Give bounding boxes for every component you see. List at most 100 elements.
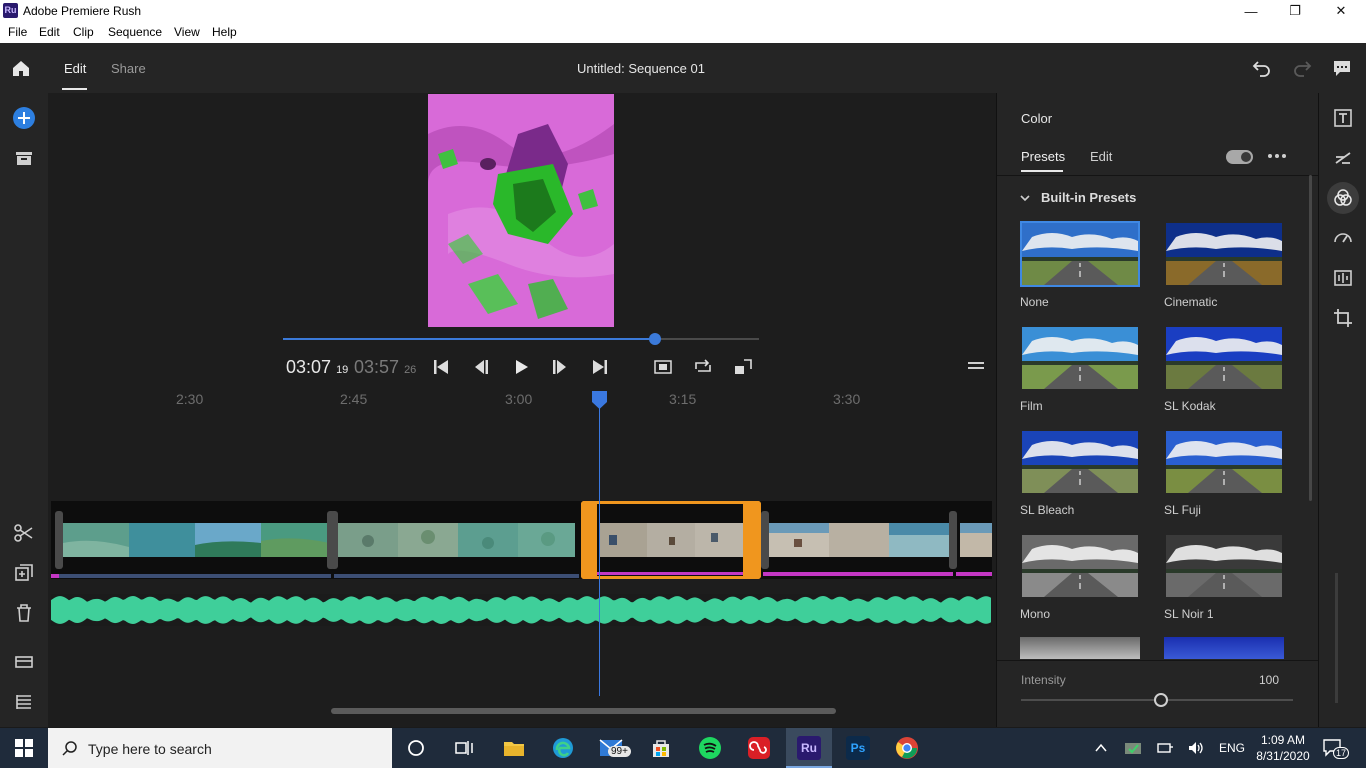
task-view-icon[interactable]: [452, 736, 476, 760]
notification-center[interactable]: 17: [1322, 738, 1350, 761]
preset-item[interactable]: None: [1020, 221, 1140, 309]
preset-thumbnail[interactable]: [1020, 533, 1140, 599]
preset-thumbnail-partial[interactable]: [1020, 637, 1140, 659]
project-assets-icon[interactable]: [12, 146, 36, 170]
close-button[interactable]: ✕: [1318, 0, 1364, 22]
audio-track-waveform[interactable]: [51, 594, 992, 626]
premiere-rush-taskbar-button[interactable]: Ru: [786, 728, 832, 768]
minimize-button[interactable]: —: [1228, 0, 1274, 22]
menu-edit[interactable]: Edit: [39, 25, 60, 39]
preset-item[interactable]: SL Noir 1: [1164, 533, 1284, 621]
step-back-icon[interactable]: [471, 357, 491, 377]
toolbar-scrollbar[interactable]: [1335, 573, 1338, 703]
more-options-icon[interactable]: [1267, 148, 1287, 164]
menu-file[interactable]: File: [8, 25, 27, 39]
file-explorer-icon[interactable]: [502, 736, 526, 760]
menu-sequence[interactable]: Sequence: [108, 25, 162, 39]
preset-item[interactable]: SL Fuji: [1164, 429, 1284, 517]
preset-item[interactable]: Film: [1020, 325, 1140, 413]
windows-taskbar: Type here to search 99+ Ru Ps ENG 1:09 A…: [0, 728, 1366, 768]
redo-icon[interactable]: [1292, 58, 1312, 78]
preset-thumbnail[interactable]: [1164, 533, 1284, 599]
clip-trim-handle-left[interactable]: [581, 501, 597, 579]
video-clip[interactable]: [761, 501, 957, 579]
duplicate-icon[interactable]: [12, 561, 36, 585]
photoshop-icon[interactable]: Ps: [846, 736, 870, 760]
preset-thumbnail[interactable]: [1020, 221, 1140, 287]
panel-scrollbar[interactable]: [1309, 175, 1312, 501]
step-forward-icon[interactable]: [550, 357, 570, 377]
maximize-button[interactable]: ❐: [1272, 0, 1318, 22]
microsoft-store-icon[interactable]: [649, 736, 673, 760]
video-clip[interactable]: [330, 501, 579, 579]
go-to-end-icon[interactable]: [590, 357, 610, 377]
intensity-slider-handle[interactable]: [1154, 693, 1168, 707]
clip-trim-handle-left[interactable]: [761, 511, 769, 569]
show-hidden-icons-icon[interactable]: [1094, 742, 1108, 754]
preset-thumbnail[interactable]: [1164, 221, 1284, 287]
crop-transform-icon[interactable]: [1332, 307, 1354, 329]
track-controls-icon[interactable]: [12, 650, 36, 674]
preset-thumbnail[interactable]: [1164, 429, 1284, 495]
edge-browser-icon[interactable]: [551, 736, 575, 760]
preset-thumbnail-partial[interactable]: [1164, 637, 1284, 659]
preset-item[interactable]: Mono: [1020, 533, 1140, 621]
section-built-in-presets[interactable]: Built-in Presets: [1041, 190, 1136, 205]
delete-trash-icon[interactable]: [12, 601, 36, 625]
selected-video-clip[interactable]: [581, 501, 761, 579]
clip-trim-handle-left[interactable]: [330, 511, 338, 569]
play-icon[interactable]: [511, 357, 531, 377]
current-timecode: 03:07 19: [286, 357, 349, 377]
add-media-icon[interactable]: [12, 106, 36, 130]
track-list-icon[interactable]: [12, 690, 36, 714]
cortana-icon[interactable]: [404, 736, 428, 760]
split-scissors-icon[interactable]: [12, 521, 36, 545]
video-clip[interactable]: [51, 501, 335, 579]
preset-item[interactable]: Cinematic: [1164, 221, 1284, 309]
menu-help[interactable]: Help: [212, 25, 237, 39]
network-icon[interactable]: [1156, 740, 1174, 756]
chevron-down-icon[interactable]: [1019, 192, 1031, 204]
creative-cloud-icon[interactable]: [747, 736, 771, 760]
undo-icon[interactable]: [1252, 58, 1272, 78]
preset-thumbnail[interactable]: [1020, 429, 1140, 495]
video-preview[interactable]: [428, 94, 614, 327]
menu-view[interactable]: View: [174, 25, 200, 39]
go-to-start-icon[interactable]: [431, 357, 451, 377]
preset-item[interactable]: SL Kodak: [1164, 325, 1284, 413]
taskbar-search[interactable]: Type here to search: [48, 728, 392, 768]
security-status-icon[interactable]: [1124, 740, 1142, 756]
system-clock[interactable]: 1:09 AM 8/31/2020: [1256, 732, 1310, 764]
preset-thumbnail[interactable]: [1020, 325, 1140, 391]
language-indicator[interactable]: ENG: [1219, 741, 1245, 755]
menu-clip[interactable]: Clip: [73, 25, 94, 39]
speed-icon[interactable]: [1332, 227, 1354, 249]
tab-color-edit[interactable]: Edit: [1090, 149, 1112, 164]
feedback-icon[interactable]: [1332, 58, 1352, 78]
video-clip[interactable]: [956, 501, 992, 579]
fit-frame-icon[interactable]: [653, 357, 673, 377]
clip-trim-handle-left[interactable]: [55, 511, 63, 569]
playback-options-icon[interactable]: [968, 360, 984, 372]
color-enable-toggle[interactable]: [1226, 150, 1253, 164]
chrome-icon[interactable]: [895, 736, 919, 760]
start-button[interactable]: [0, 728, 48, 768]
preset-thumbnail[interactable]: [1164, 325, 1284, 391]
color-tool-button[interactable]: [1327, 182, 1359, 214]
preview-frame-image: [428, 94, 614, 327]
audio-icon[interactable]: [1332, 267, 1354, 289]
mail-app[interactable]: 99+: [598, 736, 631, 763]
preset-item[interactable]: SL Bleach: [1020, 429, 1140, 517]
loop-playback-icon[interactable]: [693, 357, 713, 377]
aspect-ratio-icon[interactable]: [733, 357, 753, 377]
transitions-icon[interactable]: [1332, 147, 1354, 169]
playhead-marker[interactable]: [592, 391, 607, 409]
spotify-icon[interactable]: [698, 736, 722, 760]
volume-icon[interactable]: [1187, 740, 1205, 756]
titles-icon[interactable]: [1332, 107, 1354, 129]
playback-scrubber-handle[interactable]: [649, 333, 661, 345]
tab-presets[interactable]: Presets: [1021, 149, 1065, 164]
clip-trim-handle-right[interactable]: [743, 501, 761, 579]
timeline-horizontal-scrollbar[interactable]: [331, 708, 836, 714]
ruler-label: 3:30: [833, 391, 861, 407]
